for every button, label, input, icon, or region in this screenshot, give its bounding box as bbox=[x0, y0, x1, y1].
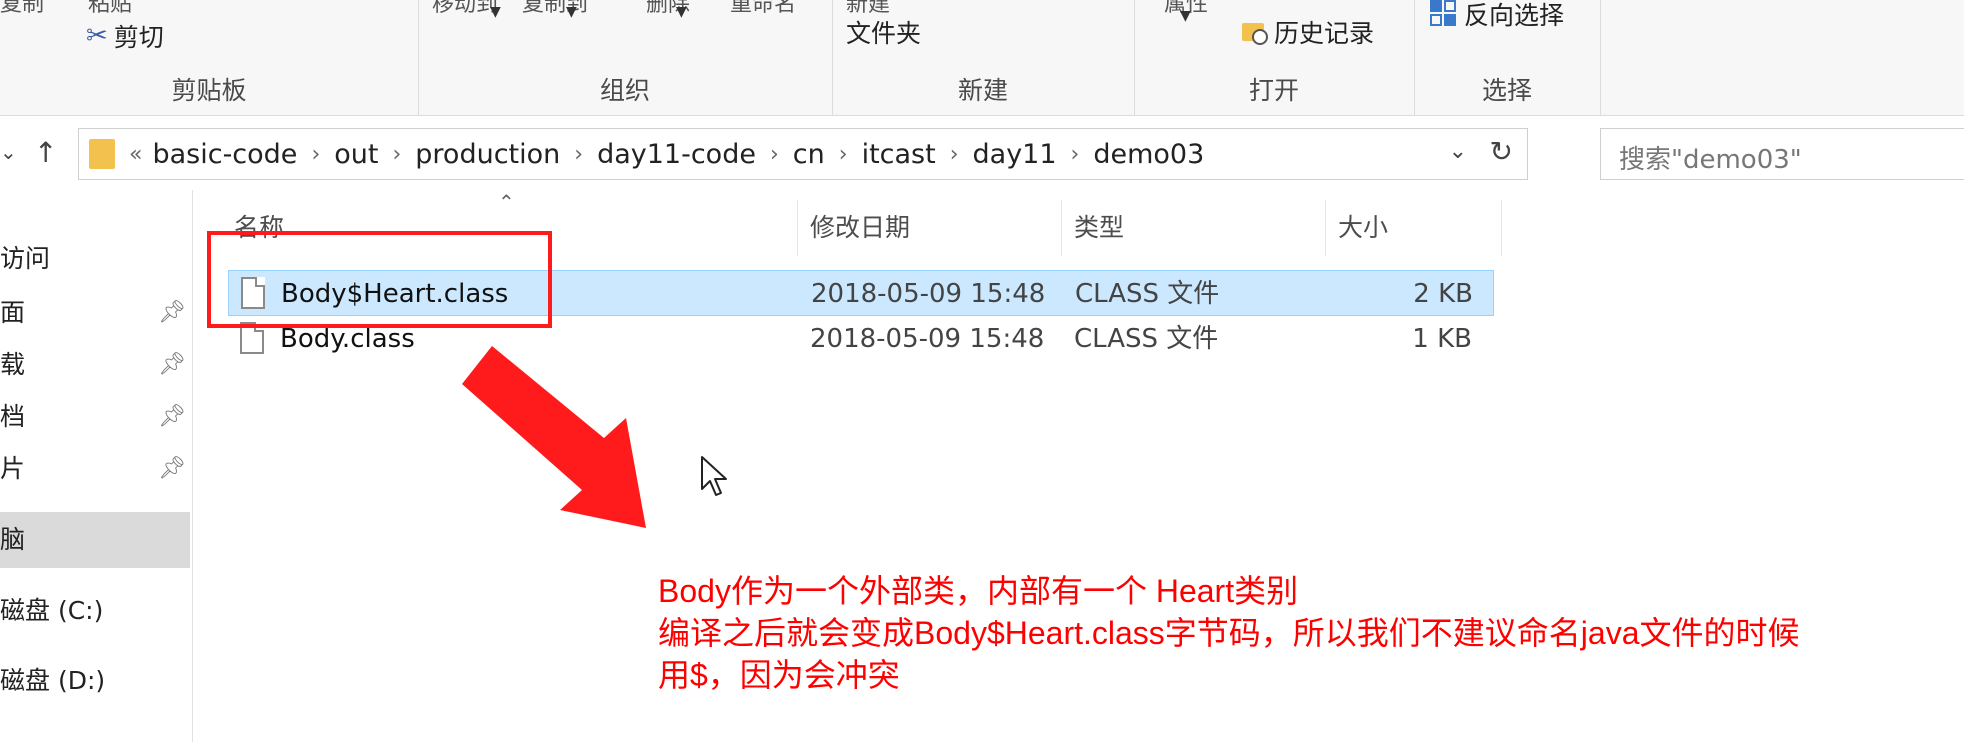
annotation-line: 编译之后就会变成Body$Heart.class字节码，所以我们不建议命名jav… bbox=[658, 615, 1800, 651]
mouse-cursor-icon bbox=[701, 456, 727, 496]
annotation-text: Body作为一个外部类，内部有一个 Heart类别 编译之后就会变成Body$H… bbox=[658, 570, 1800, 696]
annotation-line: 用$，因为会冲突 bbox=[658, 657, 900, 693]
annotation-line: Body作为一个外部类，内部有一个 Heart类别 bbox=[658, 573, 1299, 609]
